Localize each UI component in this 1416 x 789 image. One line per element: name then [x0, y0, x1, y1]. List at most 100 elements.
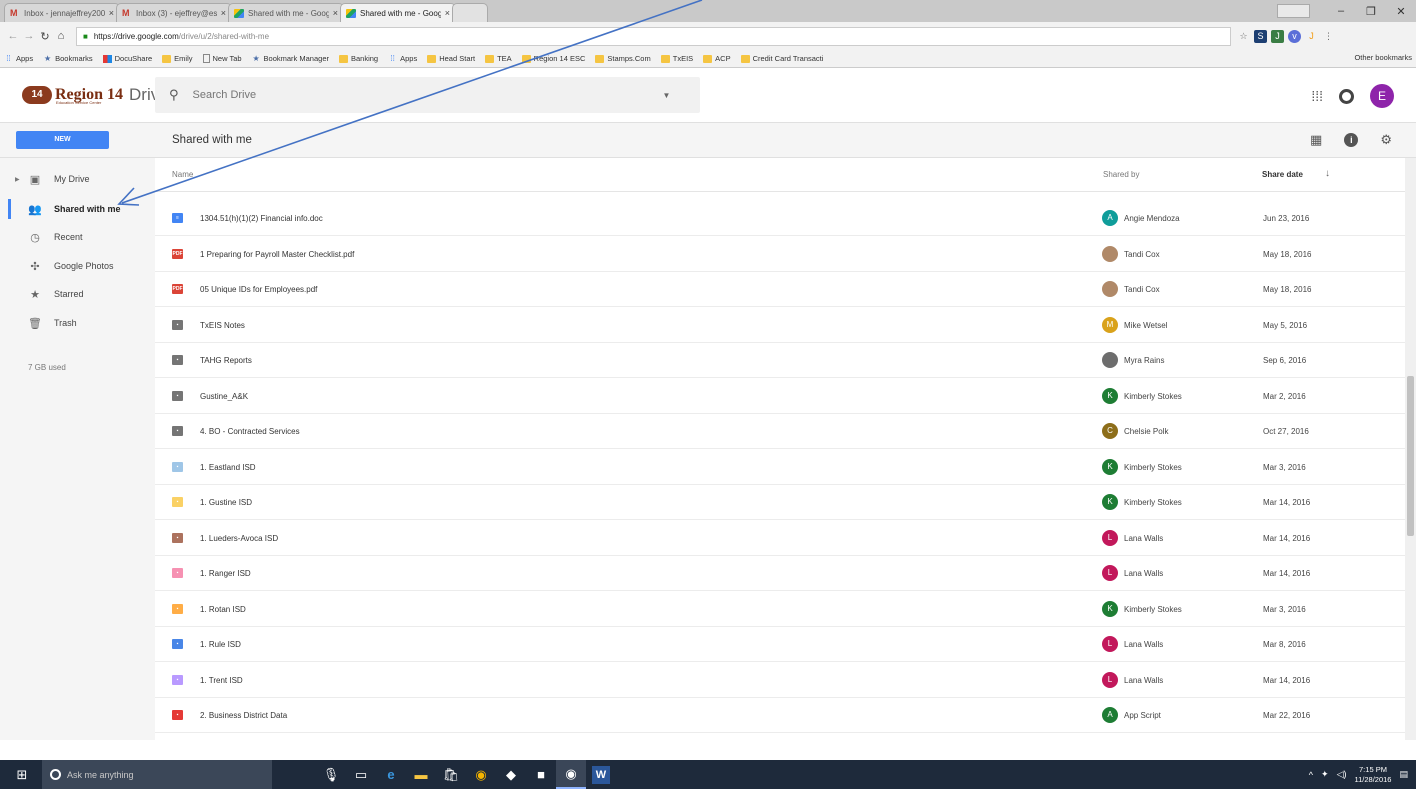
- table-row[interactable]: ▪ Gustine_A&K K Kimberly Stokes Mar 2, 2016: [155, 379, 1405, 414]
- file-name[interactable]: 1. Lueders-Avoca ISD: [200, 534, 278, 543]
- file-name[interactable]: TxEIS Notes: [200, 321, 245, 330]
- sort-arrow-icon[interactable]: ↓: [1325, 168, 1330, 179]
- browser-tab-active[interactable]: Shared with me - Googl ×: [340, 3, 456, 22]
- sidebar-item-recent[interactable]: ◷ Recent: [0, 225, 155, 249]
- apps-grid-icon[interactable]: ⁞⁞⁞: [1311, 88, 1323, 104]
- file-name[interactable]: 05 Unique IDs for Employees.pdf: [200, 285, 317, 294]
- action-center-icon[interactable]: ▤: [1399, 769, 1408, 780]
- tray-chevron-icon[interactable]: ^: [1309, 770, 1313, 780]
- file-name[interactable]: 1. Rule ISD: [200, 640, 241, 649]
- table-row[interactable]: ▪ 1. Trent ISD L Lana Walls Mar 14, 2016: [155, 663, 1405, 698]
- extension-icon[interactable]: J: [1271, 29, 1284, 43]
- storage-usage[interactable]: 7 GB used: [28, 363, 66, 372]
- table-row[interactable]: ▪ 1. Eastland ISD K Kimberly Stokes Mar 3, 2…: [155, 450, 1405, 485]
- file-name[interactable]: TAHG Reports: [200, 356, 252, 365]
- clock[interactable]: 7:15 PM 11/28/2016: [1355, 765, 1392, 785]
- close-icon[interactable]: ×: [109, 8, 114, 18]
- scrollbar[interactable]: [1405, 158, 1416, 740]
- file-name[interactable]: 2. Business District Data: [200, 711, 287, 720]
- bookmark-item[interactable]: Region 14 ESC: [521, 54, 585, 63]
- table-row[interactable]: ▪ 1. Ranger ISD L Lana Walls Mar 14, 2016: [155, 556, 1405, 591]
- search-icon[interactable]: ⚲: [169, 87, 179, 103]
- edge-icon[interactable]: e: [376, 760, 406, 789]
- file-name[interactable]: 1. Ranger ISD: [200, 569, 251, 578]
- column-header-shared-by[interactable]: Shared by: [1103, 170, 1139, 179]
- grid-view-icon[interactable]: ▦: [1310, 132, 1322, 148]
- table-row[interactable]: ▪ TAHG Reports Myra Rains Sep 6, 2016: [155, 343, 1405, 378]
- app-icon[interactable]: ◆: [496, 760, 526, 789]
- bookmark-item[interactable]: ⁞⁞ Apps: [4, 54, 33, 63]
- reload-icon[interactable]: ↻: [38, 30, 52, 43]
- search-options-dropdown-icon[interactable]: ▼: [663, 91, 671, 100]
- new-tab-button[interactable]: [452, 3, 488, 22]
- file-name[interactable]: 1. Gustine ISD: [200, 498, 252, 507]
- bookmark-item[interactable]: Emily: [162, 54, 193, 63]
- window-close-icon[interactable]: ✕: [1386, 5, 1416, 18]
- extension-icon[interactable]: v: [1288, 29, 1301, 43]
- file-name[interactable]: 1304.51(h)(1)(2) Financial info.doc: [200, 214, 323, 223]
- sidebar-item-shared-with-me[interactable]: 👥 Shared with me: [0, 197, 155, 221]
- table-row[interactable]: ▪ 1. Gustine ISD K Kimberly Stokes Mar 14, 2…: [155, 485, 1405, 520]
- info-icon[interactable]: i: [1344, 133, 1359, 147]
- search-bar[interactable]: ⚲ ▼: [155, 77, 700, 113]
- table-row[interactable]: ▪ TxEIS Notes M Mike Wetsel May 5, 2016: [155, 308, 1405, 343]
- table-row[interactable]: ▪ 1. Rule ISD L Lana Walls Mar 8, 2016: [155, 627, 1405, 662]
- new-button[interactable]: NEW: [16, 131, 109, 149]
- extension-icon[interactable]: S: [1254, 29, 1267, 43]
- sidebar-item-my-drive[interactable]: ▶ ▣ My Drive: [0, 167, 155, 191]
- column-header-share-date[interactable]: Share date: [1262, 170, 1303, 179]
- sidebar-item-google-photos[interactable]: ✣ Google Photos: [0, 254, 155, 278]
- back-icon[interactable]: ←: [6, 30, 20, 42]
- bookmark-item[interactable]: ACP: [703, 54, 731, 63]
- table-row[interactable]: ▪ 1. Lueders-Avoca ISD L Lana Walls Mar 14, …: [155, 521, 1405, 556]
- bookmark-item[interactable]: TxEIS: [660, 54, 693, 63]
- bookmark-item[interactable]: Credit Card Transacti: [740, 54, 823, 63]
- volume-icon[interactable]: ◁): [1337, 769, 1347, 780]
- scrollbar-thumb[interactable]: [1407, 376, 1414, 536]
- bookmark-item[interactable]: New Tab: [202, 54, 242, 63]
- chrome-icon[interactable]: ◉: [466, 760, 496, 789]
- network-icon[interactable]: ✦: [1321, 769, 1329, 780]
- browser-tab[interactable]: Shared with me - Googl ×: [228, 3, 344, 22]
- search-input[interactable]: [192, 89, 663, 101]
- table-row[interactable]: ▪ 1. Rotan ISD K Kimberly Stokes Mar 3, 2016: [155, 592, 1405, 627]
- file-name[interactable]: 1 Preparing for Payroll Master Checklist…: [200, 250, 354, 259]
- file-explorer-icon[interactable]: ▬: [406, 760, 436, 789]
- bookmark-item[interactable]: ★ Bookmarks: [43, 54, 93, 63]
- close-icon[interactable]: ×: [221, 8, 226, 18]
- bookmark-item[interactable]: Head Start: [427, 54, 475, 63]
- forward-icon[interactable]: →: [22, 30, 36, 42]
- word-icon[interactable]: W: [592, 765, 610, 784]
- cortana-search[interactable]: Ask me anything: [42, 760, 272, 789]
- star-icon[interactable]: ☆: [1237, 30, 1250, 43]
- expand-caret-icon[interactable]: ▶: [15, 176, 20, 183]
- table-row[interactable]: PDF 05 Unique IDs for Employees.pdf Tandi …: [155, 272, 1405, 307]
- file-name[interactable]: 1. Trent ISD: [200, 676, 243, 685]
- file-name[interactable]: 1. Rotan ISD: [200, 605, 246, 614]
- browser-tab[interactable]: M Inbox - jennajeffrey200 ×: [4, 3, 120, 22]
- bookmark-item[interactable]: ⁞⁞ Apps: [388, 54, 417, 63]
- sidebar-item-trash[interactable]: 🗑 Trash: [0, 311, 155, 335]
- browser-tab[interactable]: M Inbox (3) - ejeffrey@esc ×: [116, 3, 232, 22]
- url-field[interactable]: ■ https://drive.google.com/drive/u/2/sha…: [76, 26, 1231, 46]
- bookmark-item[interactable]: TEA: [485, 54, 512, 63]
- extension-icon[interactable]: J: [1305, 30, 1318, 43]
- table-row[interactable]: ≡ 1304.51(h)(1)(2) Financial info.doc A Ang…: [155, 201, 1405, 236]
- column-header-name[interactable]: Name: [172, 170, 193, 179]
- file-name[interactable]: Gustine_A&K: [200, 392, 248, 401]
- home-icon[interactable]: ⌂: [54, 30, 68, 42]
- table-row[interactable]: ▪ 4. BO - Contracted Services C Chelsie Pol…: [155, 414, 1405, 449]
- settings-gear-icon[interactable]: ⚙: [1380, 132, 1392, 148]
- table-row[interactable]: PDF 1 Preparing for Payroll Master Checkl…: [155, 237, 1405, 272]
- profile-chip[interactable]: [1277, 4, 1310, 18]
- close-icon[interactable]: ×: [333, 8, 338, 18]
- windows-start-icon[interactable]: ⊞: [10, 767, 34, 783]
- minimize-icon[interactable]: –: [1326, 5, 1356, 17]
- menu-icon[interactable]: ⋮: [1322, 30, 1335, 43]
- chrome-active-icon[interactable]: ◉: [556, 760, 586, 789]
- bookmark-item[interactable]: ★ Bookmark Manager: [252, 54, 329, 63]
- close-icon[interactable]: ×: [445, 8, 450, 18]
- region14-logo[interactable]: 14 Region 14 Drive Education Service Cen…: [22, 85, 169, 105]
- store-icon[interactable]: 🛍: [436, 760, 466, 789]
- restore-icon[interactable]: ❐: [1356, 5, 1386, 18]
